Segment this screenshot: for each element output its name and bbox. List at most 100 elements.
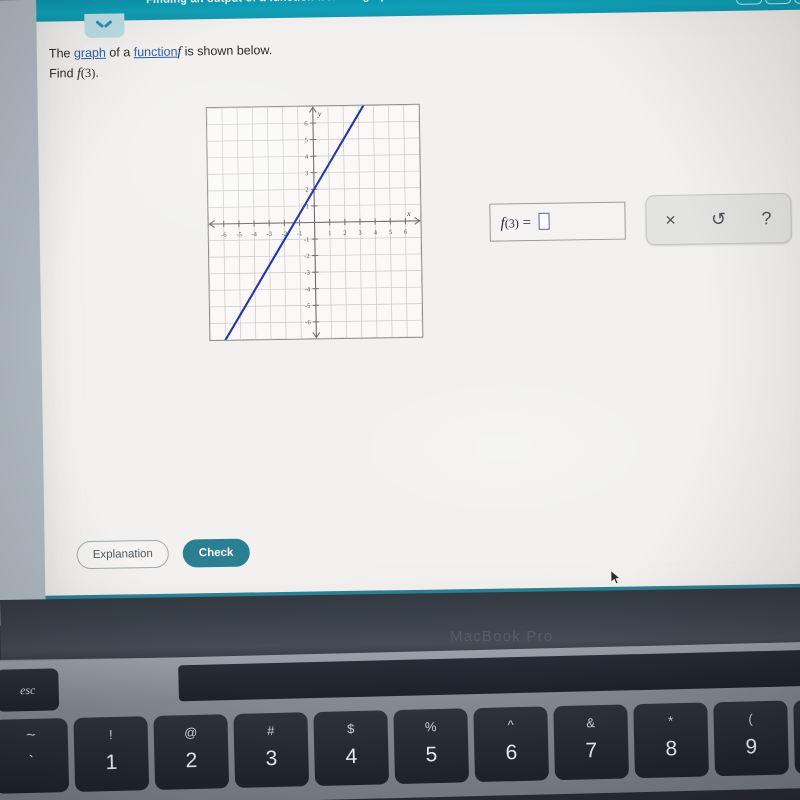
find-label: Find xyxy=(49,66,78,81)
screen-glare xyxy=(341,370,665,526)
undo-button[interactable]: ↺ xyxy=(701,202,736,237)
y-axis-label: y xyxy=(317,109,322,118)
key-backtick[interactable]: ~ ` xyxy=(0,718,70,794)
x-axis-tick-label: 6 xyxy=(404,229,408,236)
key-number: 2 xyxy=(185,748,198,773)
x-axis-tick-label: -6 xyxy=(221,232,227,239)
check-button[interactable]: Check xyxy=(182,538,250,568)
answer-toolbar: × ↺ ? xyxy=(645,192,792,246)
key-symbol: ~ xyxy=(25,726,36,745)
x-axis-tick-label: -3 xyxy=(267,231,273,238)
y-axis-tick-label: 6 xyxy=(304,120,308,127)
key-symbol: ( xyxy=(748,711,753,727)
key-7[interactable]: & 7 xyxy=(553,704,630,781)
page-title: Finding an output of a function from its… xyxy=(146,0,394,6)
graph-canvas: -6 -5 -4 -3 -2 -1 1 2 3 4 5 6-6-5-4-3-2-1123456xy xyxy=(206,104,423,341)
x-axis-tick-label: -5 xyxy=(236,231,242,238)
progress-pill[interactable] xyxy=(765,0,792,5)
progress-pill[interactable] xyxy=(794,0,800,4)
x-axis-tick-label: -1 xyxy=(297,231,303,238)
y-axis-tick-label: 2 xyxy=(305,187,308,194)
y-axis-tick-label: -3 xyxy=(304,270,310,277)
y-axis-tick-label: 3 xyxy=(305,170,309,177)
key-symbol: * xyxy=(667,713,674,729)
progress-pill[interactable] xyxy=(736,0,763,5)
graph-link[interactable]: graph xyxy=(74,46,106,61)
touch-bar[interactable] xyxy=(178,649,800,702)
question-line-2: Find f(3). xyxy=(49,60,273,84)
y-axis-tick-label: 4 xyxy=(305,154,309,161)
x-axis-label: x xyxy=(406,209,411,218)
key-esc-label: esc xyxy=(19,682,36,697)
key-9[interactable]: (9 xyxy=(713,700,789,777)
help-button[interactable]: ? xyxy=(749,201,784,236)
function-graph: -6 -5 -4 -3 -2 -1 1 2 3 4 5 6 -6 -5 -4 -3 -2 -1 1 2 3 4 5 6 x y xyxy=(205,103,424,342)
answer-field-container[interactable]: f(3) = xyxy=(489,201,626,242)
key-1[interactable]: ! 1 xyxy=(73,716,150,792)
key-symbol: % xyxy=(424,719,437,735)
key-symbol: & xyxy=(586,715,596,731)
key-symbol: # xyxy=(266,723,275,739)
question-text-post: is shown below. xyxy=(181,43,273,59)
answer-expression: f(3) = xyxy=(500,212,550,232)
x-axis-tick-label: 1 xyxy=(328,230,331,237)
y-axis-tick-label: 5 xyxy=(305,137,309,144)
collapse-panel-tab[interactable] xyxy=(84,13,125,39)
progress-pill-group[interactable] xyxy=(736,0,800,5)
period: . xyxy=(95,65,99,80)
question-text-pre: The xyxy=(48,46,75,61)
key-number: 4 xyxy=(345,745,358,769)
key-0[interactable]: )0 xyxy=(793,698,800,775)
answer-input[interactable] xyxy=(538,212,550,230)
key-symbol: ^ xyxy=(507,717,514,733)
key-5[interactable]: % 5 xyxy=(393,708,470,785)
x-axis-tick-label: -4 xyxy=(251,231,257,238)
key-symbol: $ xyxy=(346,721,355,737)
key-symbol: ! xyxy=(108,726,113,743)
key-number: 0 xyxy=(794,733,800,759)
function-link[interactable]: function xyxy=(134,45,178,60)
key-6[interactable]: ^ 6 xyxy=(473,706,550,783)
key-8[interactable]: * 8 xyxy=(633,702,710,779)
x-axis-tick-label: 3 xyxy=(358,230,362,237)
y-axis-tick-label: -4 xyxy=(305,286,311,293)
key-number: 5 xyxy=(425,743,438,767)
key-number: 1 xyxy=(105,750,118,775)
app-header: Finding an output of a function from its… xyxy=(36,0,800,22)
key-3[interactable]: #3 xyxy=(233,712,310,788)
key-symbol: ) xyxy=(793,709,800,726)
y-axis-tick-label: -6 xyxy=(305,319,311,326)
explanation-button[interactable]: Explanation xyxy=(76,539,170,570)
key-symbol: @ xyxy=(183,724,198,741)
answer-equals: = xyxy=(518,214,535,231)
y-axis-tick-label: -1 xyxy=(304,236,310,243)
chevron-down-icon xyxy=(96,20,111,29)
answer-function-arg: (3) xyxy=(504,215,519,230)
key-number: 8 xyxy=(665,737,678,761)
key-number: 3 xyxy=(265,746,278,771)
laptop-keyboard: esc ~`!1@2#3$4%5^6&7*8(9)0 xyxy=(0,641,800,800)
device-brand-label: MacBook Pro xyxy=(450,628,554,645)
key-number: 6 xyxy=(505,741,518,765)
key-number: 7 xyxy=(585,739,598,763)
x-axis-tick-label: 2 xyxy=(343,230,346,237)
key-esc[interactable]: esc xyxy=(0,668,60,712)
mouse-cursor-icon xyxy=(611,570,621,585)
key-4[interactable]: $4 xyxy=(313,710,390,787)
screenshot-root: Finding an output of a function from its… xyxy=(0,0,800,800)
key-number: 9 xyxy=(745,735,758,759)
x-axis-tick-label: 4 xyxy=(374,229,378,236)
key-number: ` xyxy=(28,752,35,771)
function-argument: (3) xyxy=(80,65,96,81)
question-text: The graph of a functionf is shown below.… xyxy=(49,40,273,84)
x-axis-tick-label: 5 xyxy=(389,229,393,236)
browser-page: Finding an output of a function from its… xyxy=(36,0,800,616)
keyboard-number-row: ~`!1@2#3$4%5^6&7*8(9)0 xyxy=(0,698,800,800)
laptop-screen: Finding an output of a function from its… xyxy=(0,0,800,626)
y-axis-tick-label: -2 xyxy=(304,253,310,260)
action-button-row: Explanation Check xyxy=(76,538,250,570)
question-text-mid: of a xyxy=(105,45,134,60)
key-2[interactable]: @2 xyxy=(153,714,230,790)
clear-button[interactable]: × xyxy=(653,203,688,238)
question-line-1: The graph of a functionf is shown below. xyxy=(49,40,273,64)
